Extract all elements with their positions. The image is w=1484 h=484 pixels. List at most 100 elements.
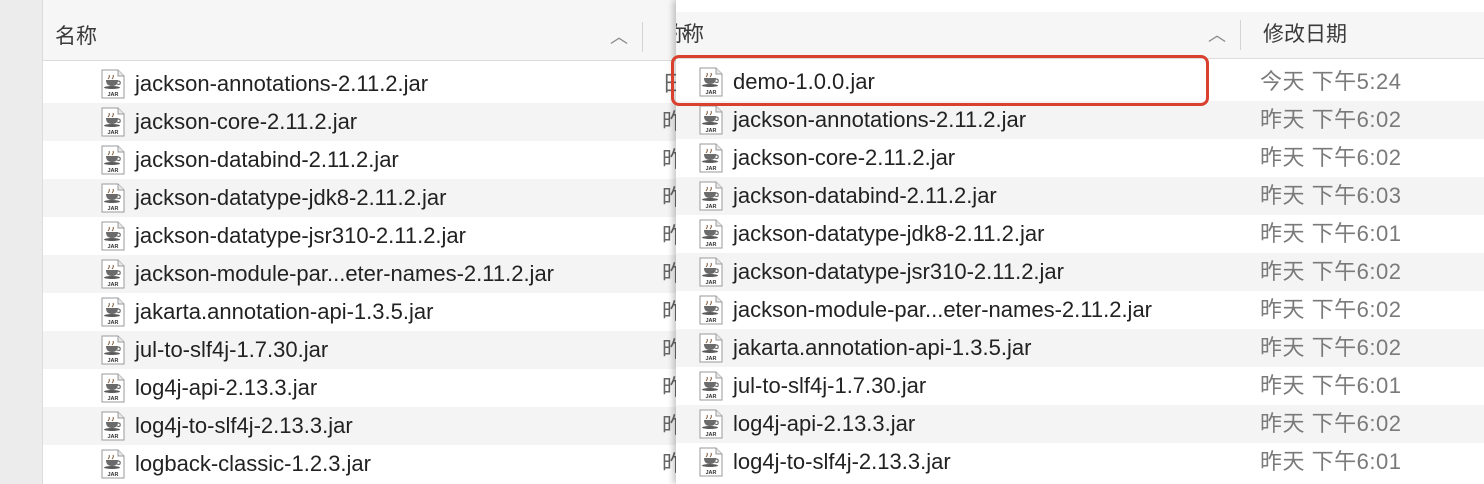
file-name: jackson-datatype-jdk8-2.11.2.jar (135, 185, 447, 210)
jar-file-icon: JAR (101, 183, 125, 213)
svg-text:JAR: JAR (705, 318, 716, 324)
column-divider[interactable] (642, 22, 643, 52)
jar-file-icon: JAR (101, 259, 125, 289)
file-name: log4j-api-2.13.3.jar (135, 375, 318, 400)
svg-text:JAR: JAR (107, 434, 118, 440)
date-modified: 昨天 下午6:02 (1260, 145, 1402, 170)
svg-text:JAR: JAR (107, 130, 118, 136)
file-name: demo-1.0.0.jar (733, 69, 875, 94)
svg-text:JAR: JAR (107, 244, 118, 250)
file-name: jackson-datatype-jsr310-2.11.2.jar (135, 223, 466, 248)
svg-text:JAR: JAR (705, 432, 716, 438)
file-row[interactable]: JAR log4j-api-2.13.3.jar 昨 (43, 369, 680, 407)
file-row[interactable]: JAR jackson-module-par...eter-names-2.11.… (676, 291, 1484, 329)
file-row[interactable]: JAR jackson-core-2.11.2.jar 昨 (43, 103, 680, 141)
jar-file-icon: JAR (101, 335, 125, 365)
jar-file-icon: JAR (101, 221, 125, 251)
column-divider[interactable] (1240, 20, 1241, 50)
svg-text:JAR: JAR (705, 394, 716, 400)
file-row[interactable]: JAR jackson-datatype-jsr310-2.11.2.jar 昨天 … (676, 253, 1484, 291)
file-name: log4j-to-slf4j-2.13.3.jar (733, 449, 951, 474)
file-row[interactable]: JAR jul-to-slf4j-1.7.30.jar 昨 (43, 331, 680, 369)
svg-text:JAR: JAR (705, 470, 716, 476)
file-name: jackson-databind-2.11.2.jar (733, 183, 997, 208)
jar-file-icon: JAR (699, 181, 723, 211)
file-row[interactable]: JAR jackson-annotations-2.11.2.jar 日 (43, 65, 680, 103)
file-name: jackson-module-par...eter-names-2.11.2.j… (135, 261, 555, 286)
file-row[interactable]: JAR jakarta.annotation-api-1.3.5.jar 昨 (43, 293, 680, 331)
file-row[interactable]: JAR jackson-core-2.11.2.jar 昨天 下午6:02 (676, 139, 1484, 177)
date-modified: 昨天 下午6:03 (1260, 183, 1402, 208)
jar-file-icon: JAR (101, 297, 125, 327)
jar-file-icon: JAR (699, 105, 723, 135)
file-name: log4j-to-slf4j-2.13.3.jar (135, 413, 353, 438)
file-row[interactable]: JAR log4j-to-slf4j-2.13.3.jar 昨天 下午6:01 (676, 443, 1484, 481)
svg-text:JAR: JAR (107, 320, 118, 326)
file-row[interactable]: JAR jackson-datatype-jdk8-2.11.2.jar 昨天 下午… (676, 215, 1484, 253)
svg-text:JAR: JAR (705, 166, 716, 172)
svg-text:JAR: JAR (107, 472, 118, 478)
svg-text:JAR: JAR (705, 356, 716, 362)
date-modified: 昨天 下午6:01 (1260, 373, 1402, 398)
file-row[interactable]: JAR jackson-datatype-jdk8-2.11.2.jar 昨 (43, 179, 680, 217)
jar-file-icon: JAR (101, 145, 125, 175)
svg-text:JAR: JAR (107, 396, 118, 402)
file-name: jackson-module-par...eter-names-2.11.2.j… (733, 297, 1153, 322)
svg-text:JAR: JAR (107, 92, 118, 98)
date-modified: 昨天 下午6:02 (1260, 259, 1402, 284)
jar-file-icon: JAR (101, 411, 125, 441)
jar-file-icon: JAR (699, 333, 723, 363)
file-row[interactable]: JAR jackson-databind-2.11.2.jar 昨天 下午6:03 (676, 177, 1484, 215)
jar-file-icon: JAR (699, 447, 723, 477)
file-row[interactable]: JAR jakarta.annotation-api-1.3.5.jar 昨天 下午… (676, 329, 1484, 367)
svg-text:JAR: JAR (107, 168, 118, 174)
jar-file-icon: JAR (101, 69, 125, 99)
jar-file-icon: JAR (699, 371, 723, 401)
file-row[interactable]: JAR jackson-module-par...eter-names-2.11.… (43, 255, 680, 293)
jar-file-icon: JAR (699, 67, 723, 97)
svg-text:JAR: JAR (705, 242, 716, 248)
jar-file-icon: JAR (699, 143, 723, 173)
file-name: jackson-annotations-2.11.2.jar (733, 107, 1027, 132)
date-modified: 昨天 下午6:01 (1260, 449, 1402, 474)
file-name: jackson-core-2.11.2.jar (733, 145, 956, 170)
date-modified: 昨天 下午6:02 (1260, 297, 1402, 322)
file-name: jul-to-slf4j-1.7.30.jar (135, 337, 329, 362)
file-name: jackson-datatype-jsr310-2.11.2.jar (733, 259, 1064, 284)
column-header: 你 称 ︿ 修改日期 (676, 12, 1484, 59)
file-name: jul-to-slf4j-1.7.30.jar (733, 373, 927, 398)
file-row-highlighted[interactable]: JAR demo-1.0.0.jar 今天 下午5:24 (676, 63, 1484, 101)
jar-file-icon: JAR (101, 107, 125, 137)
jar-file-icon: JAR (699, 295, 723, 325)
file-name: jackson-core-2.11.2.jar (135, 109, 358, 134)
sort-ascending-chevron-icon[interactable]: ︿ (1208, 12, 1226, 58)
jar-file-icon: JAR (101, 373, 125, 403)
svg-text:JAR: JAR (107, 206, 118, 212)
file-row[interactable]: JAR jackson-databind-2.11.2.jar 昨 (43, 141, 680, 179)
column-header: 名称 ︿ (43, 14, 680, 61)
svg-text:JAR: JAR (705, 128, 716, 134)
file-name: jackson-annotations-2.11.2.jar (135, 71, 429, 96)
name-column-header[interactable]: 称 (683, 12, 704, 58)
file-row[interactable]: JAR jackson-datatype-jsr310-2.11.2.jar 昨 (43, 217, 680, 255)
file-row[interactable]: JAR jul-to-slf4j-1.7.30.jar 昨天 下午6:01 (676, 367, 1484, 405)
file-row[interactable]: JAR logback-classic-1.2.3.jar 昨 (43, 445, 680, 483)
svg-text:JAR: JAR (107, 282, 118, 288)
file-row[interactable]: JAR log4j-to-slf4j-2.13.3.jar 昨 (43, 407, 680, 445)
jar-file-icon: JAR (699, 219, 723, 249)
name-column-header[interactable]: 名称 (55, 14, 97, 60)
jar-file-icon: JAR (699, 409, 723, 439)
file-name: logback-classic-1.2.3.jar (135, 451, 371, 476)
svg-text:JAR: JAR (705, 90, 716, 96)
file-name: jackson-datatype-jdk8-2.11.2.jar (733, 221, 1045, 246)
date-modified: 昨天 下午6:02 (1260, 107, 1402, 132)
date-modified-column-header[interactable]: 修改日期 (1263, 12, 1347, 58)
date-modified: 今天 下午5:24 (1260, 69, 1402, 94)
jar-file-icon: JAR (101, 449, 125, 479)
date-modified: 昨天 下午6:02 (1260, 411, 1402, 436)
sidebar (0, 0, 43, 484)
sort-ascending-chevron-icon[interactable]: ︿ (610, 14, 628, 60)
file-row[interactable]: JAR log4j-api-2.13.3.jar 昨天 下午6:02 (676, 405, 1484, 443)
file-row[interactable]: JAR jackson-annotations-2.11.2.jar 昨天 下午6:… (676, 101, 1484, 139)
file-name: log4j-api-2.13.3.jar (733, 411, 916, 436)
